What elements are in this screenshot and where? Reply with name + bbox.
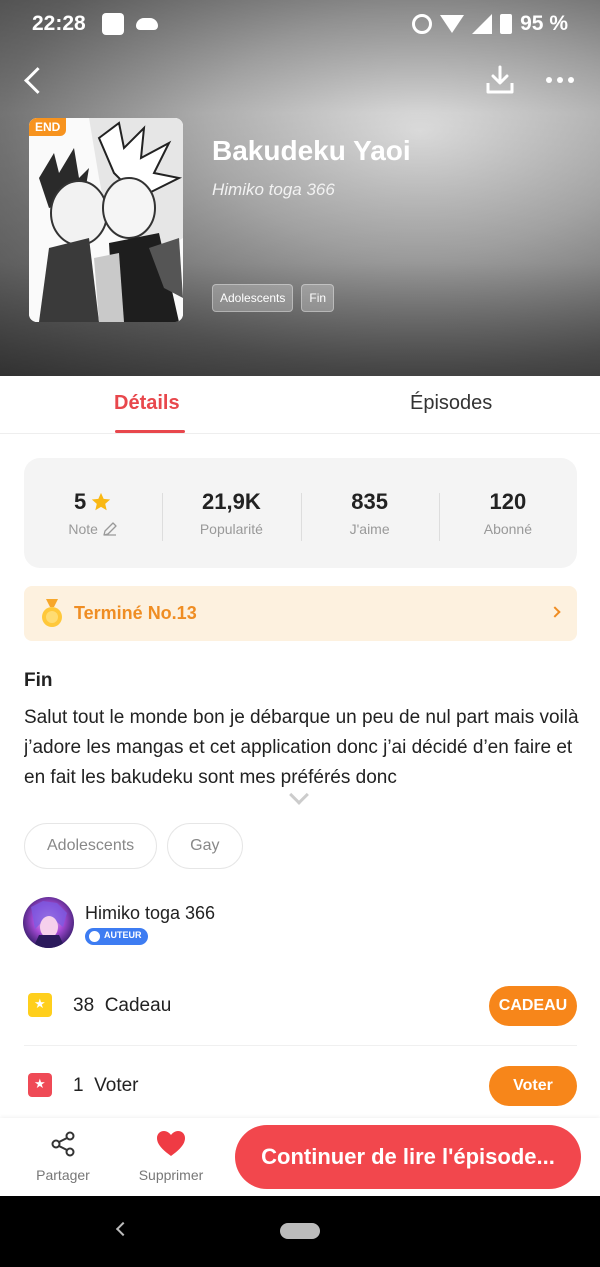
book-title: Bakudeku Yaoi bbox=[212, 135, 411, 166]
author-badge: AUTEUR bbox=[85, 928, 148, 945]
share-label: Partager bbox=[36, 1167, 90, 1183]
stat-label: Abonné bbox=[483, 521, 533, 537]
tab-bar: Détails Épisodes bbox=[0, 376, 600, 434]
battery-level: 95 % bbox=[520, 12, 568, 35]
alarm-icon bbox=[412, 14, 433, 34]
genre-tag[interactable]: Gay bbox=[167, 823, 243, 869]
gift-count: 38 bbox=[73, 995, 95, 1016]
tab-details[interactable]: Détails bbox=[114, 392, 180, 415]
stat-label: J'aime bbox=[349, 521, 390, 537]
stat-subscribers: 120 Abonné bbox=[438, 489, 577, 541]
share-button[interactable]: Partager bbox=[30, 1130, 96, 1183]
system-nav-bar bbox=[0, 1196, 600, 1267]
cover-artwork bbox=[29, 118, 183, 322]
description-body: Salut tout le monde bon je débarque un p… bbox=[24, 707, 579, 788]
delete-label: Supprimer bbox=[138, 1167, 204, 1183]
more-dot-icon bbox=[546, 77, 552, 83]
wifi-icon bbox=[440, 15, 465, 33]
book-cover[interactable]: END bbox=[29, 118, 183, 322]
system-back-icon[interactable] bbox=[115, 1221, 131, 1237]
more-dot-icon bbox=[557, 77, 563, 83]
status-bar: 22:28 95 % bbox=[0, 0, 600, 48]
stats-panel: 5 Note 21,9K Popularité 835 J'aime 120 A… bbox=[24, 458, 577, 568]
gift-icon bbox=[28, 993, 52, 1017]
battery-icon bbox=[500, 14, 513, 34]
status-time: 22:28 bbox=[32, 12, 86, 35]
author-row[interactable]: Himiko toga 366 AUTEUR bbox=[23, 897, 583, 951]
share-icon bbox=[51, 1131, 75, 1157]
genre-tag[interactable]: Adolescents bbox=[24, 823, 158, 869]
download-button[interactable] bbox=[482, 62, 518, 98]
vote-count-label: 1 Voter bbox=[73, 1075, 139, 1097]
ranking-banner[interactable]: Terminé No.13 bbox=[24, 586, 577, 641]
genre-tags: Adolescents Gay bbox=[24, 823, 243, 869]
chevron-right-icon bbox=[549, 606, 561, 618]
hero-tag[interactable]: Adolescents bbox=[212, 284, 294, 312]
continue-reading-button[interactable]: Continuer de lire l'épisode... bbox=[235, 1125, 581, 1189]
vote-row: 1 Voter Voter bbox=[24, 1046, 577, 1126]
medal-icon bbox=[42, 598, 62, 627]
description-title: Fin bbox=[24, 670, 53, 691]
end-badge: END bbox=[29, 118, 67, 136]
stat-popularity: 21,9K Popularité bbox=[162, 489, 300, 541]
avatar[interactable] bbox=[23, 897, 74, 948]
system-home-icon[interactable] bbox=[280, 1223, 320, 1239]
tab-episodes[interactable]: Épisodes bbox=[410, 392, 492, 415]
remove-favorite-button[interactable]: Supprimer bbox=[134, 1130, 208, 1183]
stat-likes: 835 J'aime bbox=[300, 489, 439, 541]
avatar-image bbox=[31, 901, 67, 948]
bottom-action-bar: Partager Supprimer Continuer de lire l'é… bbox=[0, 1118, 600, 1196]
gift-button[interactable]: CADEAU bbox=[489, 986, 577, 1026]
author-name: Himiko toga 366 bbox=[85, 903, 216, 923]
gift-row: 38 Cadeau CADEAU bbox=[24, 966, 577, 1046]
active-tab-indicator bbox=[115, 430, 185, 433]
vote-count: 1 bbox=[73, 1075, 84, 1096]
stat-value: 21,9K bbox=[202, 489, 261, 514]
star-icon bbox=[92, 492, 111, 511]
stat-value: 835 bbox=[351, 489, 388, 514]
hero-tag[interactable]: Fin bbox=[301, 284, 335, 312]
stat-label: Note bbox=[68, 521, 98, 537]
notification-icon bbox=[101, 13, 124, 35]
stat-label: Popularité bbox=[199, 521, 263, 537]
gift-count-label: 38 Cadeau bbox=[73, 995, 171, 1017]
stat-value: 120 bbox=[489, 489, 527, 514]
signal-icon bbox=[472, 14, 493, 34]
download-icon bbox=[486, 65, 514, 94]
ranking-label: Terminé No.13 bbox=[74, 603, 197, 623]
vote-button[interactable]: Voter bbox=[489, 1066, 577, 1106]
edit-pencil-icon bbox=[103, 522, 117, 536]
hero-tags: Adolescents Fin bbox=[212, 284, 335, 312]
stat-value: 5 bbox=[74, 489, 87, 514]
top-nav bbox=[0, 58, 600, 102]
gift-label: Cadeau bbox=[104, 995, 172, 1016]
more-dot-icon bbox=[568, 77, 574, 83]
vote-label: Voter bbox=[94, 1075, 139, 1096]
more-options-button[interactable] bbox=[540, 62, 580, 98]
heart-icon bbox=[157, 1131, 185, 1156]
back-button[interactable] bbox=[18, 62, 52, 98]
vote-ticket-icon bbox=[28, 1073, 52, 1097]
stat-rating[interactable]: 5 Note bbox=[24, 489, 162, 537]
book-author[interactable]: Himiko toga 366 bbox=[212, 180, 335, 200]
cloud-icon bbox=[135, 18, 158, 30]
